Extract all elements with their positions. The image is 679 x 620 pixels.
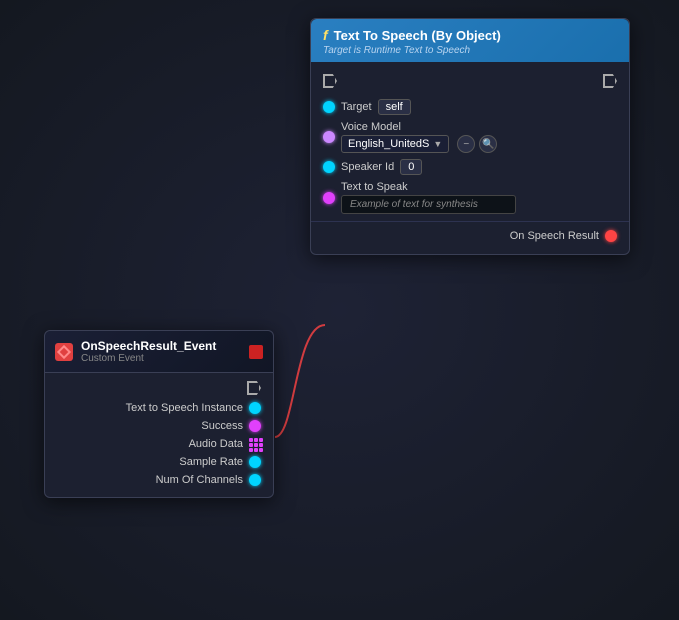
tts-target-pin [323,101,335,113]
tts-text-pin [323,192,335,204]
event-channels-pin [249,474,261,486]
tts-speaker-pin [323,161,335,173]
tts-node-subtitle: Target is Runtime Text to Speech [323,45,470,56]
tts-node-body: Target self Voice Model English_UnitedS … [311,62,629,254]
event-node: OnSpeechResult_Event Custom Event Text t… [44,330,274,498]
tts-text-label: Text to Speak [341,181,516,193]
tts-speaker-label: Speaker Id [341,161,394,173]
event-node-body: Text to Speech Instance Success Audio Da… [45,373,273,497]
tts-text-input[interactable]: Example of text for synthesis [341,195,516,214]
event-node-title: OnSpeechResult_Event [81,339,216,353]
event-audio-pin [249,438,261,450]
tts-target-row: Target self [311,96,629,118]
event-icon [55,343,73,361]
tts-onspeech-pin [605,230,617,242]
event-pin-channels: Num Of Channels [45,471,273,489]
event-close-button[interactable] [249,345,263,359]
tts-speaker-row: Speaker Id 0 [311,156,629,178]
tts-node: f Text To Speech (By Object) Target is R… [310,18,630,255]
event-tts-label: Text to Speech Instance [126,402,243,414]
tts-exec-input-pin [323,74,337,88]
tts-target-value: self [378,99,411,115]
tts-exec-row [311,70,629,92]
event-pin-sample-rate: Sample Rate [45,453,273,471]
event-exec-pin [247,381,261,395]
event-node-header: OnSpeechResult_Event Custom Event [45,331,273,373]
tts-speaker-value: 0 [400,159,422,175]
tts-target-label: Target [341,101,372,113]
event-success-label: Success [201,420,243,432]
tts-voice-actions: − 🔍 [457,135,497,153]
tts-exec-output-pin [603,74,617,88]
event-sample-pin [249,456,261,468]
event-audio-label: Audio Data [189,438,243,450]
tts-voice-pin [323,131,335,143]
event-pin-audio-data: Audio Data [45,435,273,453]
event-pin-tts-instance: Text to Speech Instance [45,399,273,417]
event-success-pin [249,420,261,432]
tts-text-row: Text to Speak Example of text for synthe… [311,178,629,217]
tts-onspeech-label: On Speech Result [510,230,599,242]
event-icon-shape [57,344,71,358]
tts-onspeech-row: On Speech Result [311,226,629,246]
tts-voice-dropdown[interactable]: English_UnitedS ▼ [341,135,449,153]
tts-voice-row: Voice Model English_UnitedS ▼ − 🔍 [311,118,629,156]
event-channels-label: Num Of Channels [156,474,243,486]
tts-minus-button[interactable]: − [457,135,475,153]
tts-voice-value: English_UnitedS [348,138,429,150]
event-sample-label: Sample Rate [179,456,243,468]
tts-node-header: f Text To Speech (By Object) Target is R… [311,19,629,62]
tts-icon: f [323,27,328,43]
event-exec-row [45,377,273,399]
event-node-subtitle: Custom Event [81,353,216,364]
dropdown-arrow-icon: ▼ [433,139,442,149]
tts-node-title: Text To Speech (By Object) [334,28,501,43]
tts-search-button[interactable]: 🔍 [479,135,497,153]
event-pin-success: Success [45,417,273,435]
tts-voice-label: Voice Model [341,121,497,133]
event-tts-pin [249,402,261,414]
